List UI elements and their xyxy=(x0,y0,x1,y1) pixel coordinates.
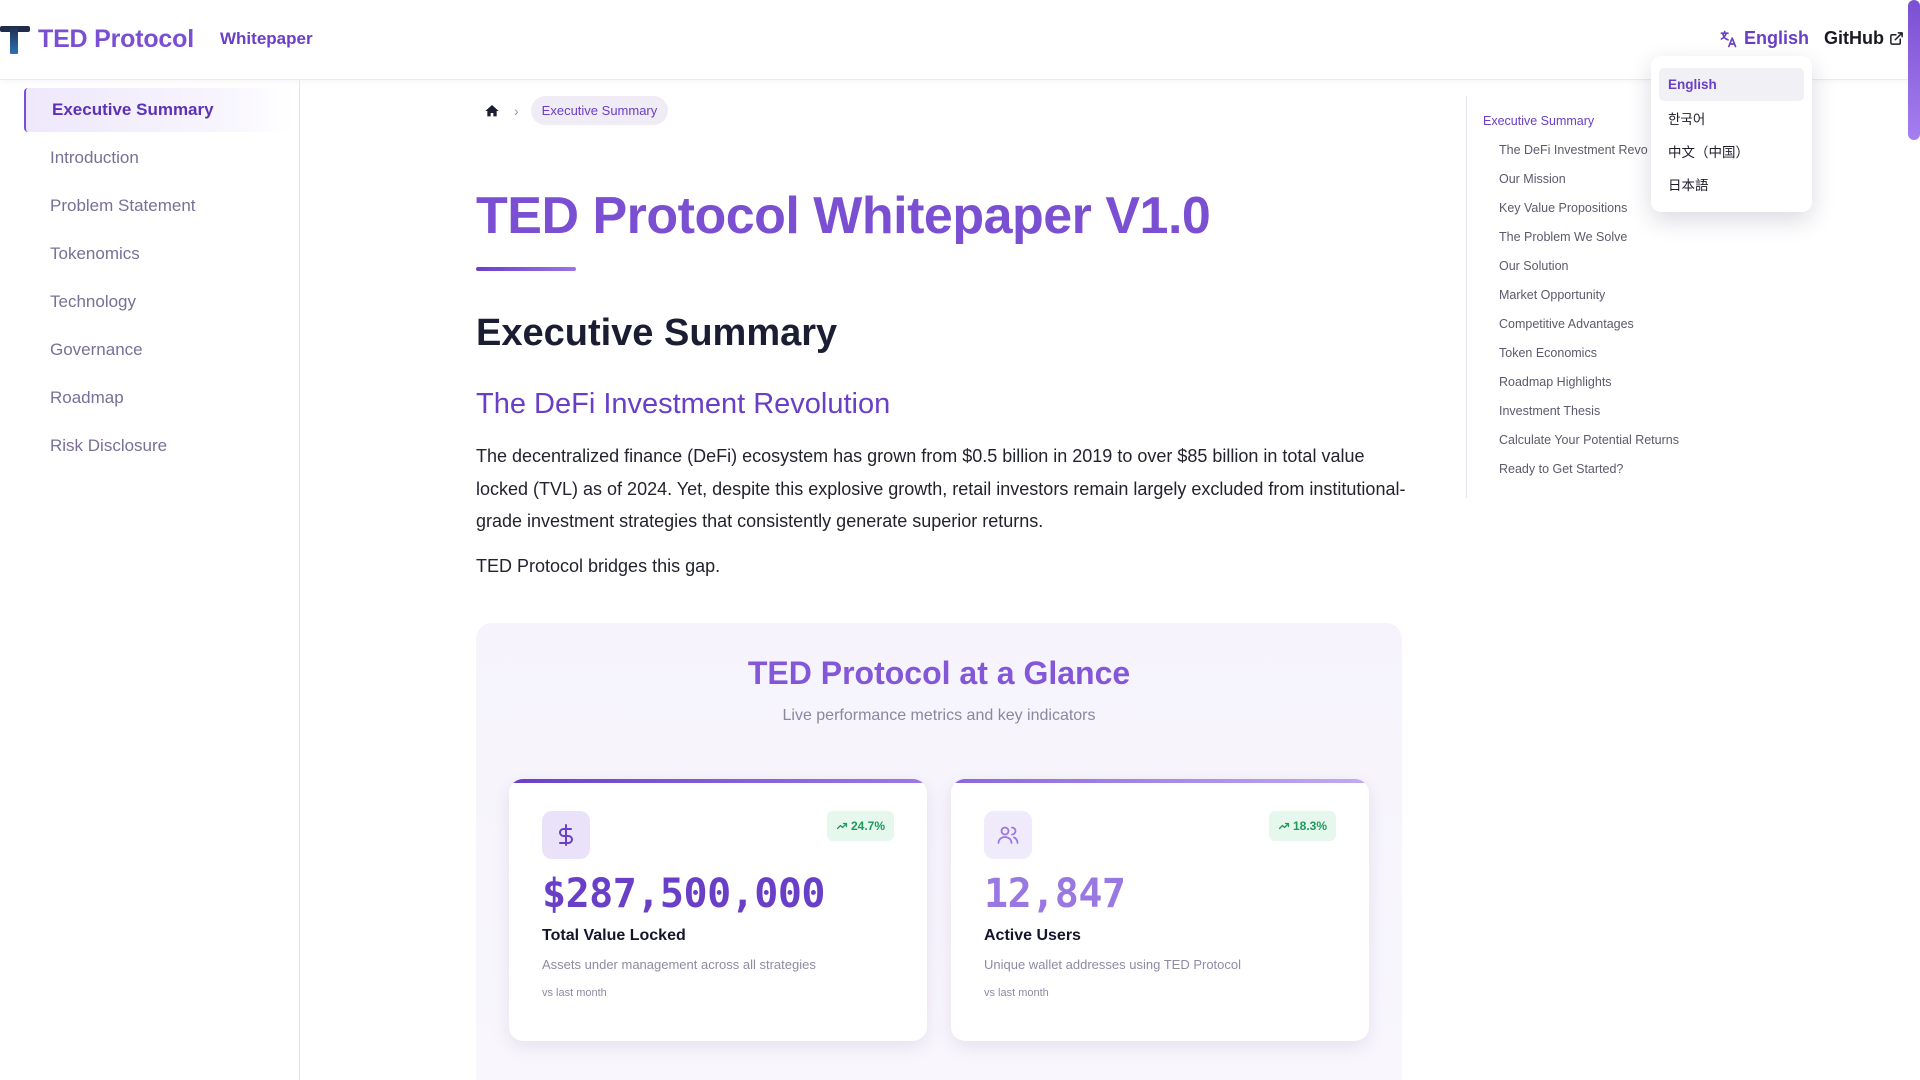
change-value: 18.3% xyxy=(1292,819,1327,833)
home-icon[interactable] xyxy=(484,103,500,119)
toc-item[interactable]: Market Opportunity xyxy=(1499,288,1605,302)
sidebar-item-tokenomics[interactable]: Tokenomics xyxy=(24,232,294,276)
toc-item[interactable]: Executive Summary xyxy=(1483,114,1594,128)
metric-footnote: vs last month xyxy=(984,987,1049,999)
page-title: TED Protocol Whitepaper V1.0 xyxy=(476,187,1211,245)
change-value: 24.7% xyxy=(850,819,885,833)
nav-whitepaper-link[interactable]: Whitepaper xyxy=(220,29,313,49)
dollar-icon xyxy=(542,811,590,859)
sidebar-item-technology[interactable]: Technology xyxy=(24,280,294,324)
section-heading: Executive Summary xyxy=(476,312,838,354)
sidebar-item-introduction[interactable]: Introduction xyxy=(24,136,294,180)
metric-description: Assets under management across all strat… xyxy=(542,957,816,972)
glance-subtitle: Live performance metrics and key indicat… xyxy=(782,707,1096,724)
breadcrumb-current[interactable]: Executive Summary xyxy=(530,96,669,125)
metric-value: 12,847 xyxy=(984,871,1126,917)
glance-panel: TED Protocol at a Glance Live performanc… xyxy=(476,623,1402,1080)
github-link[interactable]: GitHub xyxy=(1824,28,1904,49)
sidebar-item-problem-statement[interactable]: Problem Statement xyxy=(24,184,294,228)
intro-paragraph: The decentralized finance (DeFi) ecosyst… xyxy=(476,446,1406,531)
language-option-japanese[interactable]: 日本語 xyxy=(1659,167,1804,200)
language-dropdown-menu: English 한국어 中文（中国） 日本語 xyxy=(1651,56,1812,212)
trending-up-icon xyxy=(1278,822,1290,830)
toc-item[interactable]: Our Mission xyxy=(1499,172,1566,186)
translate-icon xyxy=(1720,30,1737,47)
toc-item[interactable]: Roadmap Highlights xyxy=(1499,375,1612,389)
card-accent-bar xyxy=(951,779,1369,783)
toc-item[interactable]: Our Solution xyxy=(1499,259,1568,273)
toc-item[interactable]: The Problem We Solve xyxy=(1499,230,1627,244)
language-option-chinese[interactable]: 中文（中国） xyxy=(1659,134,1804,167)
logo-mark-icon xyxy=(0,22,30,56)
toc-item[interactable]: Competitive Advantages xyxy=(1499,317,1634,331)
sidebar-item-roadmap[interactable]: Roadmap xyxy=(24,376,294,420)
toc-item[interactable]: Token Economics xyxy=(1499,346,1597,360)
toc-item[interactable]: Calculate Your Potential Returns xyxy=(1499,433,1679,447)
sidebar-item-governance[interactable]: Governance xyxy=(24,328,294,372)
language-option-english[interactable]: English xyxy=(1659,68,1804,101)
toc-item[interactable]: Investment Thesis xyxy=(1499,404,1600,418)
sidebar-item-risk-disclosure[interactable]: Risk Disclosure xyxy=(24,424,294,468)
metric-card-tvl: 24.7% $287,500,000 Total Value Locked As… xyxy=(509,779,927,1041)
toc-item[interactable]: Ready to Get Started? xyxy=(1499,462,1623,476)
metric-card-users: 18.3% 12,847 Active Users Unique wallet … xyxy=(951,779,1369,1041)
external-link-icon xyxy=(1890,32,1903,45)
page-scrollbar[interactable] xyxy=(1908,0,1920,140)
change-badge: 24.7% xyxy=(826,811,894,841)
breadcrumb: › Executive Summary xyxy=(484,96,669,125)
chevron-right-icon: › xyxy=(514,102,519,119)
logo[interactable]: TED Protocol xyxy=(0,22,194,56)
glance-title: TED Protocol at a Glance xyxy=(747,655,1131,691)
top-header: TED Protocol Whitepaper English GitHub xyxy=(0,0,1920,80)
title-underline xyxy=(476,267,576,271)
metric-label: Active Users xyxy=(984,927,1081,944)
metric-description: Unique wallet addresses using TED Protoc… xyxy=(984,957,1242,972)
subheading: The DeFi Investment Revolution xyxy=(476,388,891,420)
language-option-korean[interactable]: 한국어 xyxy=(1659,101,1804,134)
logo-text: TED Protocol xyxy=(38,24,194,53)
change-badge: 18.3% xyxy=(1268,811,1336,841)
language-button[interactable]: English xyxy=(1718,28,1809,49)
users-icon xyxy=(984,811,1032,859)
bridge-paragraph: TED Protocol bridges this gap. xyxy=(476,556,721,576)
metric-label: Total Value Locked xyxy=(542,927,686,944)
toc-item[interactable]: The DeFi Investment Revo xyxy=(1499,143,1657,157)
metric-value: $287,500,000 xyxy=(542,871,825,917)
toc-item[interactable]: Key Value Propositions xyxy=(1499,201,1627,215)
trending-up-icon xyxy=(836,822,848,830)
card-accent-bar xyxy=(509,779,927,783)
sidebar-item-executive-summary[interactable]: Executive Summary xyxy=(24,88,294,132)
language-label: English xyxy=(1744,28,1810,48)
left-sidebar: Executive Summary Introduction Problem S… xyxy=(0,80,300,1080)
metric-footnote: vs last month xyxy=(542,987,607,999)
github-label: GitHub xyxy=(1824,28,1884,48)
